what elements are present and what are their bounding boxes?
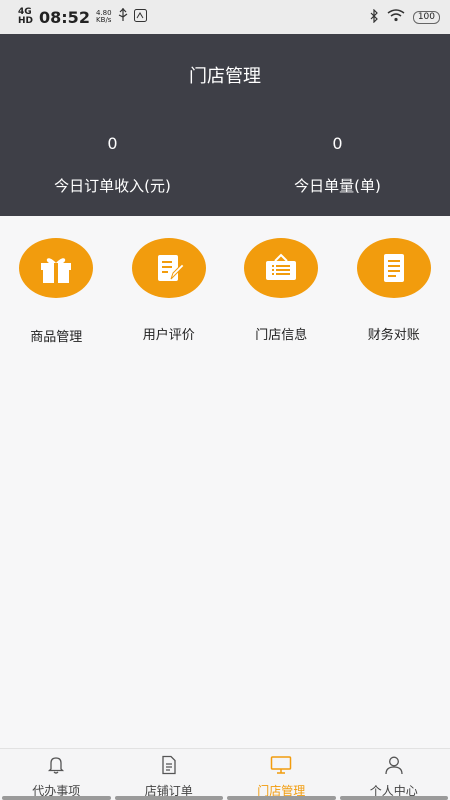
menu-item-product-management[interactable]: 商品管理 (0, 238, 113, 345)
store-header: 门店管理 0 今日订单收入(元) 0 今日单量(单) (0, 34, 450, 216)
menu-item-finance-reconciliation[interactable]: 财务对账 (338, 238, 450, 345)
menu-item-label: 门店信息 (255, 328, 308, 343)
stat-value: 0 (107, 134, 118, 153)
stat-label: 今日订单收入(元) (54, 177, 171, 195)
signboard-icon (244, 238, 319, 298)
function-grid: 商品管理 用户评价 门店信息 财务对账 (0, 238, 450, 345)
tab-store-orders[interactable]: 店铺订单 (113, 749, 226, 800)
battery-indicator: 100 (412, 10, 440, 24)
stat-today-income: 0 今日订单收入(元) (0, 134, 225, 196)
menu-item-store-info[interactable]: 门店信息 (225, 238, 338, 345)
tab-personal-center[interactable]: 个人中心 (338, 749, 450, 800)
bluetooth-icon (370, 8, 379, 26)
usb-icon (118, 8, 128, 26)
stat-today-orders: 0 今日单量(单) (225, 134, 450, 196)
tab-todo[interactable]: 代办事项 (0, 749, 113, 800)
monitor-icon (270, 755, 292, 779)
gift-icon (19, 238, 94, 298)
page-title: 门店管理 (189, 66, 261, 87)
person-icon (384, 755, 404, 779)
menu-item-label: 财务对账 (367, 328, 420, 343)
clock: 08:52 (39, 7, 90, 27)
menu-item-user-reviews[interactable]: 用户评价 (113, 238, 226, 345)
menu-item-label: 用户评价 (142, 328, 195, 343)
speed-unit: KB/s (96, 16, 112, 24)
status-bar: 4G HD 08:52 4.80 KB/s 100 (0, 0, 450, 34)
network-sub: HD (18, 16, 34, 26)
network-speed: 4.80 KB/s (96, 10, 112, 24)
document-icon (356, 238, 431, 298)
stat-value: 0 (332, 134, 343, 153)
edit-note-icon (131, 238, 206, 298)
order-doc-icon (159, 755, 179, 779)
network-indicator: 4G HD (18, 8, 33, 26)
bottom-tab-bar: 代办事项 店铺订单 门店管理 个人中心 (0, 748, 450, 800)
menu-item-label: 商品管理 (30, 330, 83, 345)
wifi-icon (387, 9, 405, 25)
system-nav-hint (0, 796, 450, 800)
tab-store-management[interactable]: 门店管理 (225, 749, 338, 800)
bell-icon (46, 755, 66, 779)
app-notification-icon (133, 8, 147, 26)
stat-label: 今日单量(单) (294, 177, 381, 195)
